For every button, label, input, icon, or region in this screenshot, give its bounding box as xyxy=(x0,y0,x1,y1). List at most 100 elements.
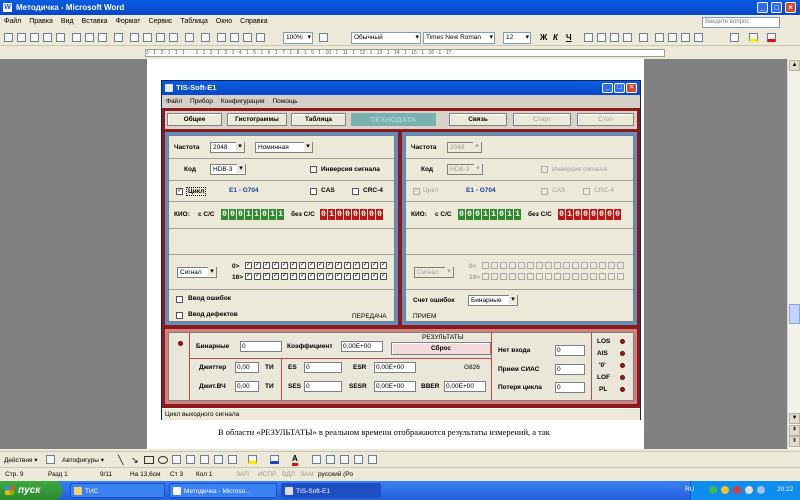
timeslot-checkbox[interactable] xyxy=(563,273,570,280)
timeslot-checkbox[interactable] xyxy=(617,262,624,269)
bit[interactable]: 0 xyxy=(229,209,236,220)
bit[interactable]: 1 xyxy=(253,209,260,220)
dash-style-icon[interactable] xyxy=(326,455,335,464)
timeslot-checkbox[interactable]: ✓ xyxy=(272,262,279,269)
timeslot-checkbox[interactable] xyxy=(590,273,597,280)
timeslot-checkbox[interactable] xyxy=(518,273,525,280)
app-minimize-button[interactable]: _ xyxy=(602,83,613,93)
maximize-button[interactable]: □ xyxy=(771,2,782,13)
app-close-button[interactable]: × xyxy=(626,83,637,93)
status-ovr[interactable]: ЗАМ xyxy=(300,471,314,478)
timeslot-checkbox[interactable]: ✓ xyxy=(344,273,351,280)
numbering-icon[interactable] xyxy=(655,33,664,42)
scroll-up-icon[interactable]: ▲ xyxy=(789,60,800,71)
line-color-icon[interactable] xyxy=(270,455,279,464)
tx-cas-checkbox[interactable] xyxy=(310,188,317,195)
draw-font-color-icon[interactable]: A xyxy=(292,454,298,466)
tray-security-icon[interactable] xyxy=(733,486,741,494)
style-select[interactable]: Обычный xyxy=(351,32,421,44)
timeslot-checkbox[interactable] xyxy=(572,262,579,269)
timeslot-checkbox[interactable] xyxy=(545,273,552,280)
menu-tools[interactable]: Сервис xyxy=(144,15,176,25)
task-word[interactable]: Методичка - Microso... xyxy=(169,483,277,498)
menu-insert[interactable]: Вставка xyxy=(78,15,112,25)
timeslot-checkbox[interactable]: ✓ xyxy=(380,262,387,269)
bit[interactable]: 1 xyxy=(328,209,335,220)
rx-crc-checkbox[interactable] xyxy=(583,188,590,195)
shadow-icon[interactable] xyxy=(354,455,363,464)
tx-without-ss-bits[interactable]: 01000000 xyxy=(320,209,384,220)
tray-display-icon[interactable] xyxy=(757,486,765,494)
document-paragraph[interactable]: В области «РЕЗУЛЬТАТЫ» в реальном времен… xyxy=(218,427,550,437)
timeslot-checkbox[interactable] xyxy=(581,273,588,280)
timeslot-checkbox[interactable]: ✓ xyxy=(281,262,288,269)
scroll-thumb[interactable] xyxy=(789,304,800,324)
rx-cycle-checkbox[interactable]: ✓ xyxy=(413,188,420,195)
select-objects-icon[interactable] xyxy=(46,455,55,464)
bit[interactable]: 0 xyxy=(261,209,268,220)
timeslot-checkbox[interactable] xyxy=(599,262,606,269)
timeslot-checkbox[interactable] xyxy=(518,262,525,269)
menu-format[interactable]: Формат xyxy=(112,15,145,25)
timeslot-checkbox[interactable] xyxy=(608,262,615,269)
hyperlink-icon[interactable] xyxy=(217,33,226,42)
language-indicator[interactable]: RU xyxy=(685,486,694,493)
arrow-icon[interactable]: ↘ xyxy=(131,455,139,466)
research-icon[interactable] xyxy=(114,33,123,42)
tx-freq-mode-select[interactable]: Номинная xyxy=(255,142,313,153)
arrow-style-icon[interactable] xyxy=(340,455,349,464)
bit[interactable]: 0 xyxy=(368,209,375,220)
tab-general[interactable]: Общее xyxy=(167,113,222,126)
timeslot-checkbox[interactable]: ✓ xyxy=(245,262,252,269)
timeslot-checkbox[interactable]: ✓ xyxy=(353,262,360,269)
borders-icon[interactable] xyxy=(730,33,739,42)
timeslot-checkbox[interactable]: ✓ xyxy=(290,273,297,280)
zoom-select[interactable]: 100% xyxy=(283,32,313,44)
timeslot-checkbox[interactable]: ✓ xyxy=(380,273,387,280)
app-menu-config[interactable]: Конфигурация xyxy=(217,95,269,105)
rx-inversion-checkbox[interactable] xyxy=(541,166,548,173)
redo-icon[interactable] xyxy=(201,33,210,42)
timeslot-checkbox[interactable]: ✓ xyxy=(254,262,261,269)
timeslot-checkbox[interactable]: ✓ xyxy=(308,262,315,269)
menu-table[interactable]: Таблица xyxy=(176,15,211,25)
timeslot-checkbox[interactable]: ✓ xyxy=(299,273,306,280)
font-size-select[interactable]: 12 xyxy=(503,32,531,44)
timeslot-checkbox[interactable]: ✓ xyxy=(263,262,270,269)
font-color-icon[interactable] xyxy=(767,33,776,42)
bit[interactable]: 0 xyxy=(344,209,351,220)
save-icon[interactable] xyxy=(30,33,39,42)
menu-edit[interactable]: Правка xyxy=(25,15,57,25)
bit[interactable]: 0 xyxy=(320,209,327,220)
textbox-icon[interactable] xyxy=(172,455,181,464)
oval-icon[interactable] xyxy=(158,456,168,464)
ask-question-input[interactable]: Введите вопрос xyxy=(702,17,780,28)
increase-indent-icon[interactable] xyxy=(694,33,703,42)
font-select[interactable]: Times New Roman xyxy=(423,32,495,44)
justify-icon[interactable] xyxy=(623,33,632,42)
decrease-indent-icon[interactable] xyxy=(681,33,690,42)
menu-file[interactable]: Файл xyxy=(0,15,25,25)
timeslot-checkbox[interactable] xyxy=(509,273,516,280)
timeslot-checkbox[interactable]: ✓ xyxy=(335,262,342,269)
timeslot-checkbox[interactable] xyxy=(482,273,489,280)
prev-page-icon[interactable]: ⇞ xyxy=(789,425,800,436)
timeslot-checkbox[interactable]: ✓ xyxy=(317,262,324,269)
align-left-icon[interactable] xyxy=(584,33,593,42)
new-icon[interactable] xyxy=(4,33,13,42)
next-page-icon[interactable]: ⇟ xyxy=(789,436,800,447)
timeslot-checkbox[interactable] xyxy=(527,262,534,269)
tray-volume-icon[interactable] xyxy=(745,486,753,494)
underline-button[interactable]: Ч xyxy=(566,33,572,42)
print-preview-icon[interactable] xyxy=(85,33,94,42)
app-maximize-button[interactable]: □ xyxy=(614,83,625,93)
open-icon[interactable] xyxy=(17,33,26,42)
scroll-down-icon[interactable]: ▼ xyxy=(789,413,800,424)
insert-table-icon[interactable] xyxy=(243,33,252,42)
diagram-icon[interactable] xyxy=(200,455,209,464)
timeslot-checkbox[interactable] xyxy=(617,273,624,280)
tx-defect-insert-checkbox[interactable] xyxy=(176,312,183,319)
clipart-icon[interactable] xyxy=(214,455,223,464)
tx-freq-select[interactable]: 2048 xyxy=(210,142,245,153)
bit[interactable]: 0 xyxy=(360,209,367,220)
